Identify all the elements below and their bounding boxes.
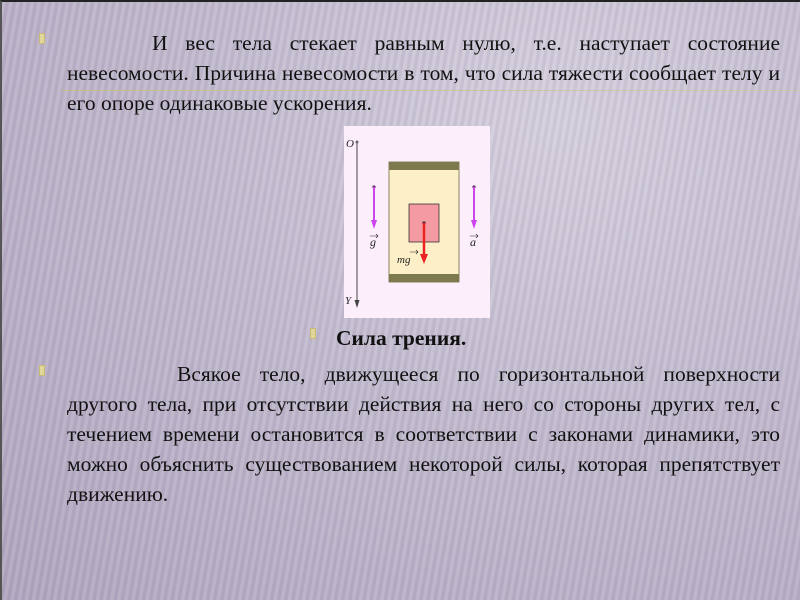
g-arrow-head-icon bbox=[371, 220, 377, 229]
weightlessness-figure: O Y mg g a bbox=[344, 126, 490, 318]
paragraph-weightlessness: И вес тела стекает равным нулю, т.е. нас… bbox=[67, 28, 780, 118]
bullet-icon bbox=[39, 33, 45, 44]
figure-svg: O Y mg g a bbox=[345, 138, 479, 308]
y-axis-arrow-icon bbox=[354, 300, 360, 308]
a-label: a bbox=[470, 235, 476, 249]
origin-dot bbox=[355, 140, 359, 144]
paragraph-friction-text: Всякое тело, движущееся по горизонтально… bbox=[67, 362, 780, 506]
mg-label: mg bbox=[397, 254, 411, 266]
bottom-plate bbox=[389, 274, 459, 282]
paragraph-friction: Всякое тело, движущееся по горизонтально… bbox=[67, 359, 780, 509]
bullet-icon bbox=[310, 328, 316, 339]
g-label: g bbox=[370, 235, 376, 249]
axis-label-y: Y bbox=[345, 295, 353, 307]
axis-label-o: O bbox=[346, 138, 354, 150]
top-plate bbox=[389, 162, 459, 170]
a-arrow-head-icon bbox=[471, 220, 477, 229]
heading-friction: Сила трения. bbox=[336, 326, 467, 350]
slide: И вес тела стекает равным нулю, т.е. нас… bbox=[0, 0, 800, 600]
bullet-icon bbox=[39, 365, 45, 376]
paragraph-weightlessness-text: И вес тела стекает равным нулю, т.е. нас… bbox=[67, 31, 780, 115]
